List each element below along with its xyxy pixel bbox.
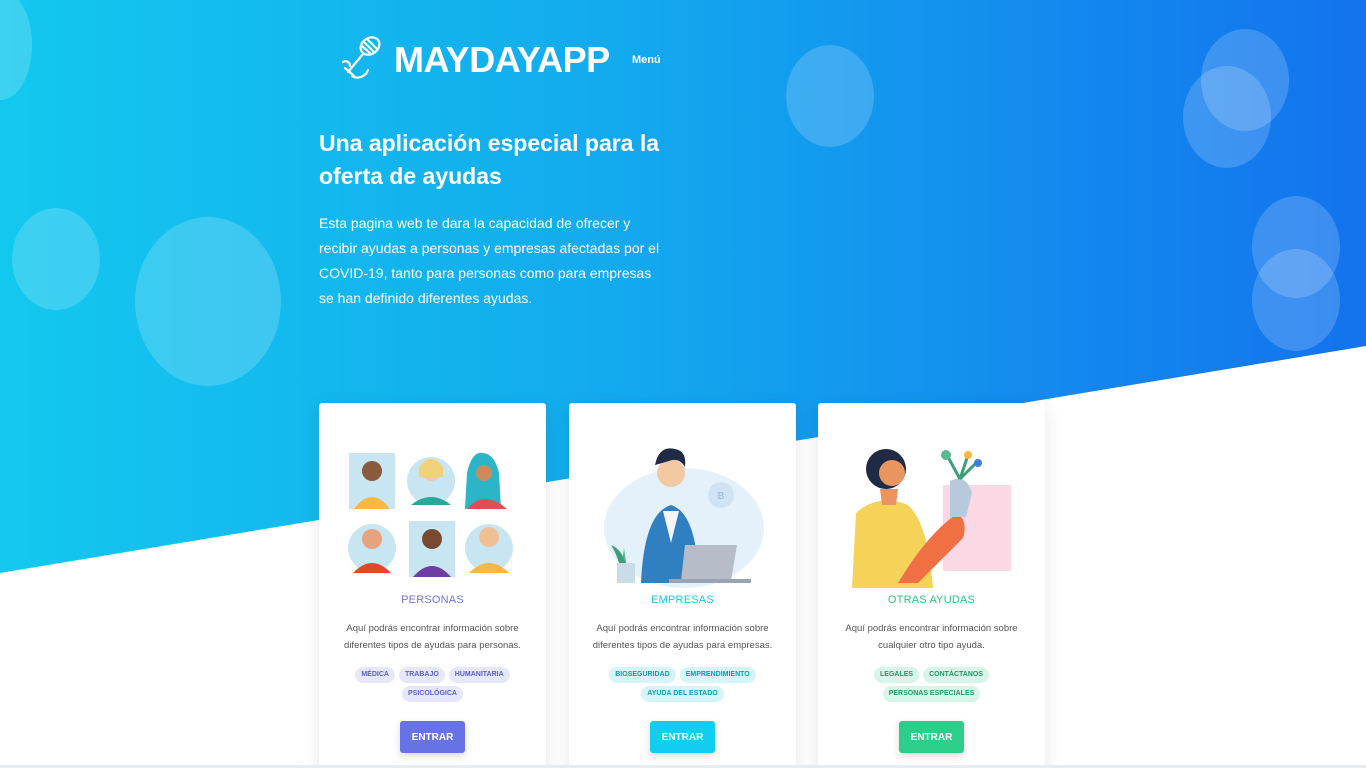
brand-logo[interactable]: MAYDAYAPP [340,32,610,87]
card-title: EMPRESAS [651,594,714,606]
tag-badge: TRABAJO [398,667,445,683]
card-title: PERSONAS [401,594,464,606]
tag-badge: BIOSEGURIDAD [609,667,676,683]
enter-button-personas[interactable]: ENTRAR [400,721,465,753]
hero-description: Esta pagina web te dara la capacidad de … [319,215,660,306]
tag-badge: AYUDA DEL ESTADO [641,686,724,702]
tag-badge: PSICOLÓGICA [401,686,463,702]
woman-flowers-illustration [838,433,1025,588]
card-description: Aquí podrás encontrar información sobre … [845,623,1018,651]
card-title: OTRAS AYUDAS [887,594,976,606]
tag-badge: EMPRENDIMIENTO [679,667,756,683]
tag-badge: HUMANITARIA [448,667,510,683]
decorative-bubble [1183,66,1271,168]
decorative-bubble [12,208,100,310]
tag-list: LEGALES CONTÁCTANOS PERSONAS ESPECIALES [832,667,1031,702]
card-description: Aquí podrás encontrar información sobre … [592,623,773,651]
menu-link[interactable]: Menú [632,54,661,66]
people-avatars-illustration [339,433,526,588]
tag-badge: PERSONAS ESPECIALES [882,686,981,702]
decorative-bubble [1252,249,1340,351]
tag-badge: MÉDICA [355,667,395,683]
enter-button-otras-ayudas[interactable]: ENTRAR [899,721,964,753]
tag-badge: CONTÁCTANOS [923,667,989,683]
card-personas: PERSONAS Aquí podrás encontrar informaci… [319,403,546,768]
logo-text: MAYDAYAPP [394,38,610,80]
decorative-bubble [135,217,281,386]
microphone-hand-logo-icon [340,32,386,87]
tag-list: BIOSEGURIDAD EMPRENDIMIENTO AYUDA DEL ES… [583,667,782,702]
decorative-bubble [786,45,874,147]
decorative-bubble [0,0,32,100]
card-empresas: B EMPRESAS Aquí podrás encontrar informa… [569,403,796,768]
person-laptop-illustration: B [589,433,776,588]
hero-title: Una aplicación especial para la oferta d… [319,130,660,189]
tag-badge: LEGALES [874,667,920,683]
enter-button-empresas[interactable]: ENTRAR [650,721,715,753]
card-description: Aquí podrás encontrar información sobre … [344,623,521,651]
tag-list: MÉDICA TRABAJO HUMANITARIA PSICOLÓGICA [333,667,532,702]
card-otras-ayudas: OTRAS AYUDAS Aquí podrás encontrar infor… [818,403,1045,768]
svg-text:B: B [718,491,725,502]
